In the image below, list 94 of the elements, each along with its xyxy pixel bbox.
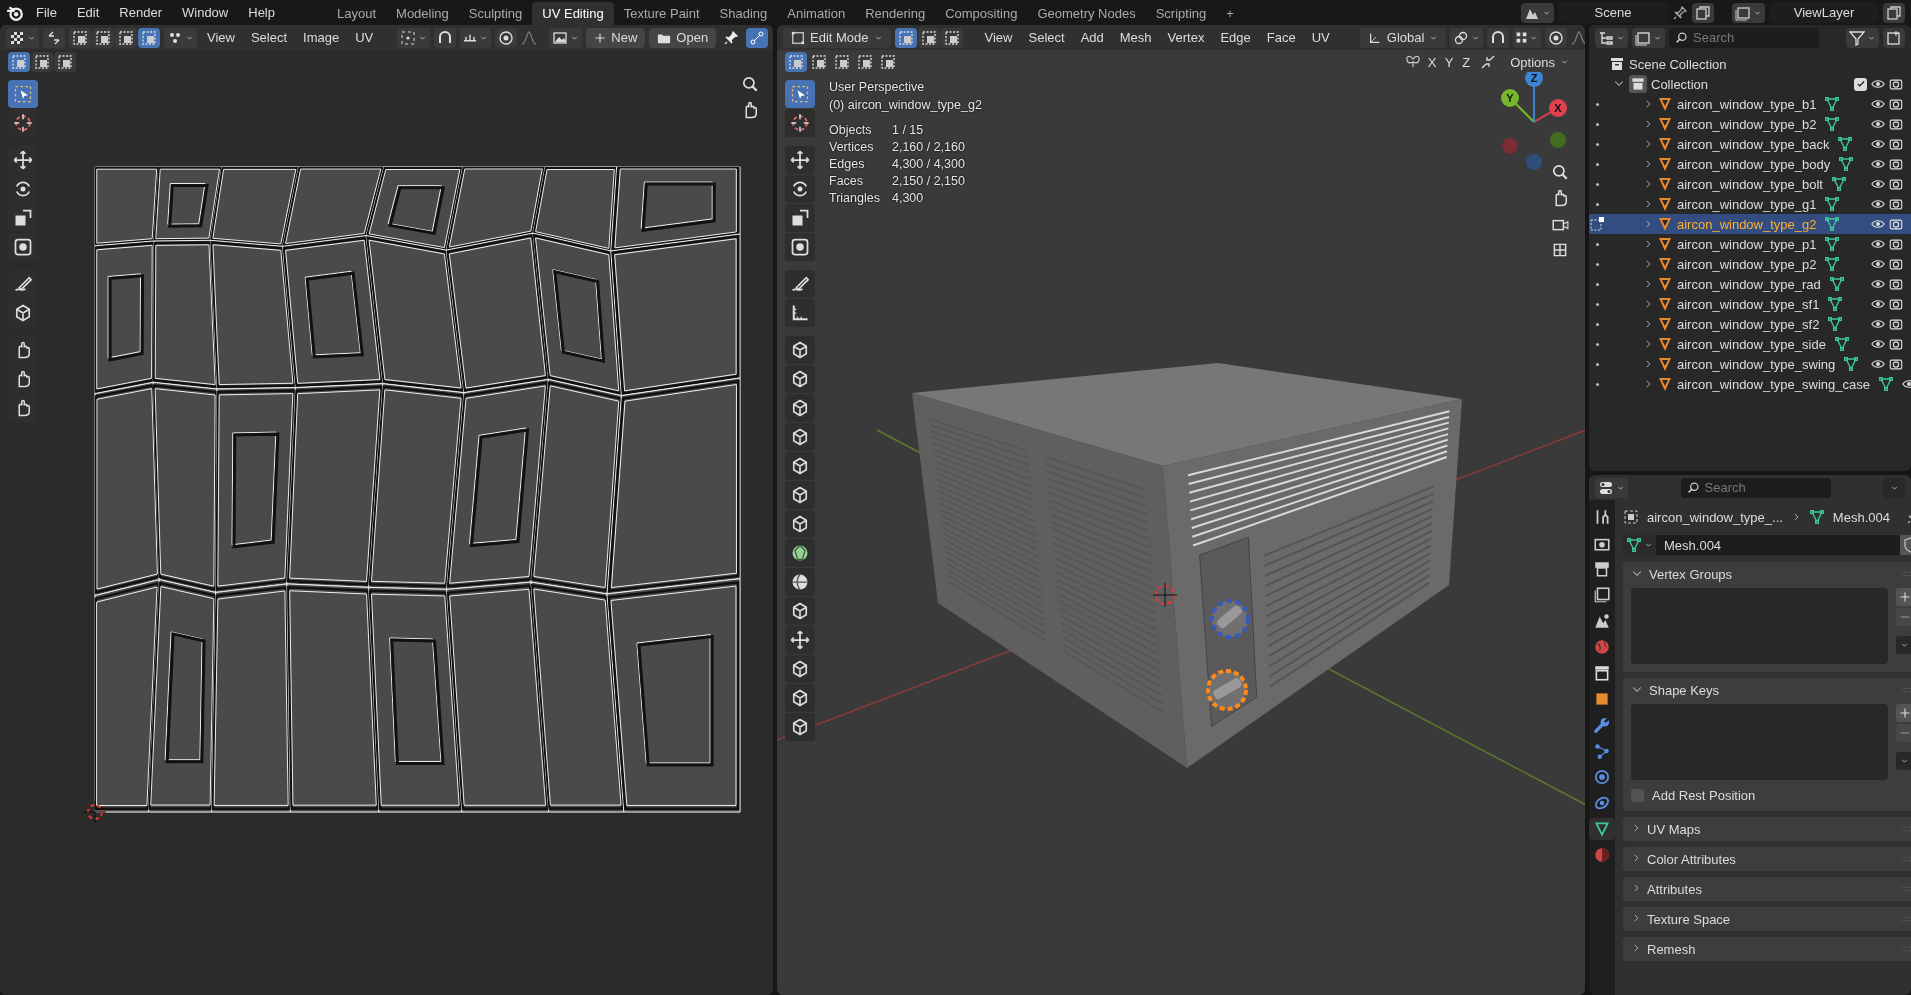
menu-item[interactable]: View — [978, 27, 1019, 48]
outliner-row[interactable]: aircon_window_type_sf2 — [1589, 314, 1911, 334]
workspace-tab[interactable]: Rendering — [855, 2, 936, 25]
menu-item[interactable]: Help — [240, 2, 283, 23]
menu-item[interactable]: Face — [1260, 27, 1302, 48]
panel-title[interactable]: Texture Space — [1647, 911, 1731, 927]
menu-item[interactable]: Mesh — [1113, 27, 1158, 48]
new-image-button[interactable]: New — [586, 27, 646, 48]
open-image-button[interactable]: Open — [649, 27, 717, 48]
outliner-row[interactable]: aircon_window_type_swing — [1589, 354, 1911, 374]
object-name[interactable]: aircon_window_type_p1 — [1677, 236, 1817, 252]
outliner-row[interactable]: aircon_window_type_g2 — [1589, 214, 1911, 234]
menu-item[interactable]: Image — [297, 27, 346, 48]
workspace-tab[interactable]: Scripting — [1145, 2, 1217, 25]
menu-item[interactable]: Vertex — [1161, 27, 1211, 48]
workspace-tab[interactable]: Sculpting — [458, 2, 533, 25]
active-object-label: (0) aircon_window_type_g2 — [829, 97, 982, 114]
menu-item[interactable]: Select — [1022, 27, 1071, 48]
checkbox-label[interactable]: Add Rest Position — [1652, 788, 1756, 803]
menu-item[interactable]: Edge — [1214, 27, 1257, 48]
object-name[interactable]: aircon_window_type_b1 — [1677, 96, 1817, 112]
outliner-row[interactable]: aircon_window_type_b1 — [1589, 94, 1911, 114]
object-name[interactable]: aircon_window_type_sf1 — [1677, 296, 1820, 312]
stat-value: 2,150 / 2,150 — [891, 173, 966, 190]
stat-label: Edges — [829, 156, 892, 173]
stat-label: Vertices — [829, 139, 892, 156]
outliner-row[interactable]: aircon_window_type_body — [1589, 154, 1911, 174]
mode-dropdown[interactable]: Edit Mode — [783, 27, 891, 48]
outliner-row[interactable]: aircon_window_type_p2 — [1589, 254, 1911, 274]
outliner-row[interactable]: aircon_window_type_swing_case — [1589, 374, 1911, 394]
object-name[interactable]: aircon_window_type_b2 — [1677, 116, 1817, 132]
panel-title[interactable]: Remesh — [1647, 941, 1696, 957]
object-name[interactable]: aircon_window_type_swing_case — [1677, 376, 1870, 392]
outliner-row[interactable]: aircon_window_type_b2 — [1589, 114, 1911, 134]
mesh-breadcrumb: Mesh.004 — [1832, 509, 1890, 525]
axis-handle[interactable]: Y — [1501, 89, 1535, 123]
workspace-tab[interactable]: Shading — [709, 2, 778, 25]
view-name: User Perspective — [829, 79, 926, 96]
workspace-tab[interactable]: Animation — [777, 2, 856, 25]
stat-label: Faces — [829, 173, 892, 190]
scene-field[interactable]: Scene — [1558, 2, 1668, 23]
workspace-tab[interactable]: Compositing — [935, 2, 1028, 25]
object-name[interactable]: aircon_window_type_swing — [1677, 356, 1836, 372]
panel-title[interactable]: Shape Keys — [1649, 682, 1720, 698]
outliner-row[interactable]: aircon_window_type_side — [1589, 334, 1911, 354]
outliner-row[interactable]: aircon_window_type_p1 — [1589, 234, 1911, 254]
object-name[interactable]: aircon_window_type_side — [1677, 336, 1826, 352]
panel-title[interactable]: Attributes — [1647, 881, 1702, 897]
workspace-tab[interactable]: UV Editing — [532, 2, 614, 25]
outliner-row[interactable]: aircon_window_type_g1 — [1589, 194, 1911, 214]
object-name[interactable]: aircon_window_type_back — [1677, 136, 1830, 152]
workspace-tab[interactable]: Geometry Nodes — [1027, 2, 1146, 25]
object-name[interactable]: aircon_window_type_p2 — [1677, 256, 1817, 272]
menu-item[interactable]: Edit — [68, 2, 108, 23]
object-name[interactable]: aircon_window_type_rad — [1677, 276, 1821, 292]
menu-item[interactable]: Select — [244, 27, 294, 48]
stat-value: 4,300 — [891, 190, 925, 207]
collection-label[interactable]: Collection — [1651, 76, 1709, 92]
object-name[interactable]: aircon_window_type_g1 — [1677, 196, 1817, 212]
object-breadcrumb: aircon_window_type_... — [1647, 509, 1783, 525]
search-field[interactable]: Search — [1669, 27, 1819, 48]
object-name[interactable]: aircon_window_type_body — [1677, 156, 1831, 172]
panel-title[interactable]: Color Attributes — [1647, 851, 1736, 867]
stat-label: Triangles — [829, 190, 892, 207]
axis-handle[interactable]: X — [1533, 99, 1567, 123]
menu-item[interactable]: View — [201, 27, 241, 48]
outliner-row[interactable]: aircon_window_type_rad — [1589, 274, 1911, 294]
scene-collection-label[interactable]: Scene Collection — [1629, 56, 1727, 72]
outliner-row[interactable]: aircon_window_type_sf1 — [1589, 294, 1911, 314]
menu-item[interactable]: Render — [111, 2, 170, 23]
outliner-row[interactable]: aircon_window_type_back — [1589, 134, 1911, 154]
add-workspace-button[interactable]: + — [1216, 2, 1244, 25]
outliner-row[interactable]: aircon_window_type_bolt — [1589, 174, 1911, 194]
mesh-name-field[interactable]: Mesh.004 — [1656, 535, 1900, 555]
search-field[interactable]: Search — [1680, 477, 1831, 498]
panel-title[interactable]: Vertex Groups — [1649, 566, 1733, 582]
object-name[interactable]: aircon_window_type_g2 — [1677, 216, 1817, 232]
view-layer-field[interactable]: ViewLayer — [1769, 2, 1879, 23]
workspace-tab[interactable]: Layout — [327, 2, 387, 25]
menu-item[interactable]: Add — [1074, 27, 1110, 48]
stat-value: 2,160 / 2,160 — [891, 139, 966, 156]
orientation-dropdown[interactable]: Global — [1359, 27, 1447, 48]
workspace-tab[interactable]: Modeling — [386, 2, 459, 25]
stat-value: 1 / 15 — [891, 122, 925, 139]
stat-label: Objects — [829, 122, 892, 139]
workspace-tab[interactable]: Texture Paint — [613, 2, 710, 25]
panel-title[interactable]: UV Maps — [1647, 821, 1701, 837]
menu-item[interactable]: UV — [1305, 27, 1336, 48]
menu-item[interactable]: Window — [174, 2, 237, 23]
menu-item[interactable]: UV — [349, 27, 380, 48]
object-name[interactable]: aircon_window_type_sf2 — [1677, 316, 1820, 332]
menu-item[interactable]: File — [28, 2, 65, 23]
object-name[interactable]: aircon_window_type_bolt — [1677, 176, 1823, 192]
stat-value: 4,300 / 4,300 — [891, 156, 966, 173]
